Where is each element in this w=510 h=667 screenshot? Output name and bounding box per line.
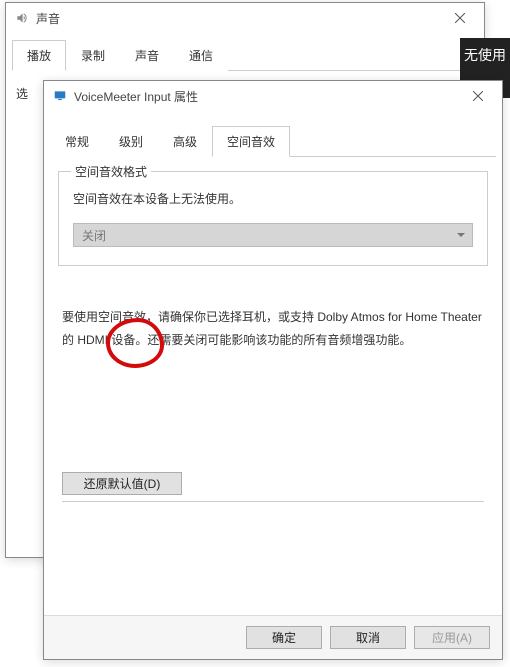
sound-titlebar: 声音 <box>6 3 484 33</box>
dialog-buttons: 确定 取消 应用(A) <box>44 615 502 659</box>
tab-spatial-sound[interactable]: 空间音效 <box>212 126 290 157</box>
close-icon[interactable] <box>440 5 480 31</box>
tab-sounds[interactable]: 声音 <box>120 40 174 71</box>
sound-title: 声音 <box>36 10 440 27</box>
properties-titlebar: VoiceMeeter Input 属性 <box>44 81 502 111</box>
ok-button[interactable]: 确定 <box>246 626 322 649</box>
cancel-label: 取消 <box>356 629 380 646</box>
tab-communications[interactable]: 通信 <box>174 40 228 71</box>
cancel-button[interactable]: 取消 <box>330 626 406 649</box>
device-icon <box>52 88 68 104</box>
sound-tabs: 播放 录制 声音 通信 <box>12 39 478 71</box>
ok-label: 确定 <box>272 629 296 646</box>
chevron-down-icon <box>456 229 466 243</box>
tab-playback[interactable]: 播放 <box>12 40 66 71</box>
tab-general[interactable]: 常规 <box>50 126 104 157</box>
voicemeeter-properties-dialog: VoiceMeeter Input 属性 常规 级别 高级 空间音效 空间音效格… <box>43 80 503 660</box>
tab-levels[interactable]: 级别 <box>104 126 158 157</box>
dropdown-value: 关闭 <box>82 227 106 244</box>
restore-defaults-button[interactable]: 还原默认值(D) <box>62 472 182 495</box>
sound-icon <box>14 10 30 26</box>
tab-recording[interactable]: 录制 <box>66 40 120 71</box>
properties-tabs: 常规 级别 高级 空间音效 <box>50 125 496 157</box>
restore-defaults-label: 还原默认值(D) <box>84 475 161 492</box>
tab-advanced[interactable]: 高级 <box>158 126 212 157</box>
apply-button: 应用(A) <box>414 626 490 649</box>
spatial-unavailable-text: 空间音效在本设备上无法使用。 <box>73 190 473 207</box>
spatial-format-group: 空间音效格式 空间音效在本设备上无法使用。 关闭 <box>58 171 488 266</box>
spatial-format-legend: 空间音效格式 <box>71 163 151 180</box>
apply-label: 应用(A) <box>432 629 472 646</box>
spatial-help-text: 要使用空间音效，请确保你已选择耳机，或支持 Dolby Atmos for Ho… <box>62 306 484 352</box>
select-label: 选 <box>16 87 28 101</box>
restore-row: 还原默认值(D) <box>62 472 484 502</box>
properties-title: VoiceMeeter Input 属性 <box>74 88 458 105</box>
offscreen-text: 无使用 <box>464 47 506 63</box>
spatial-format-dropdown: 关闭 <box>73 223 473 247</box>
close-icon[interactable] <box>458 83 498 109</box>
